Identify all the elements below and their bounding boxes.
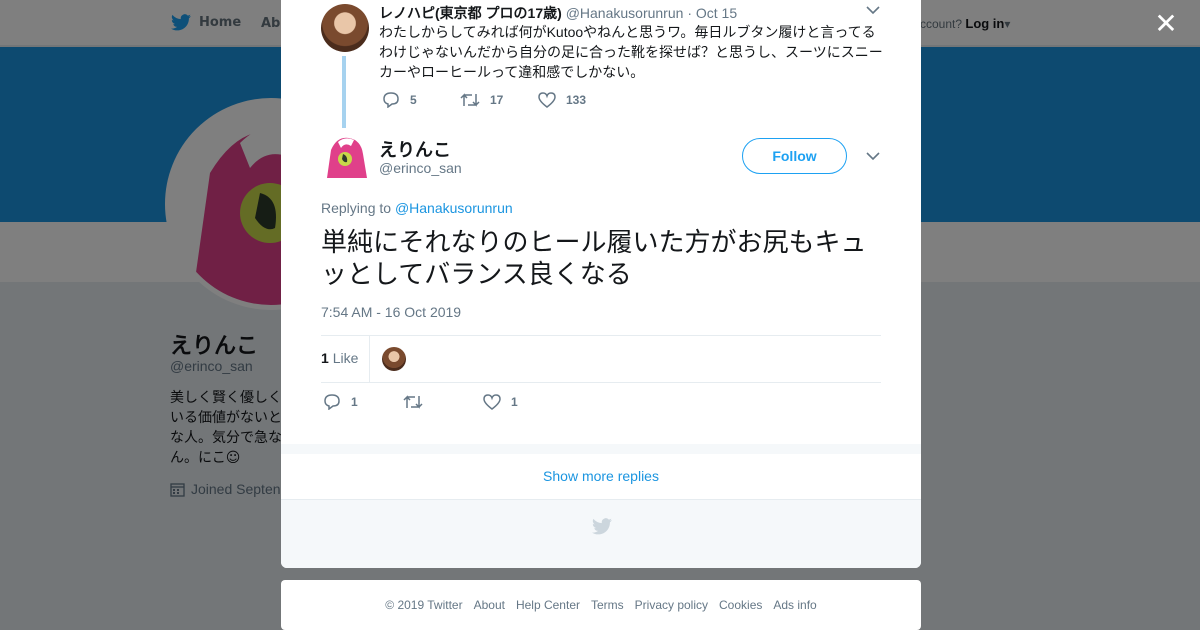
heart-icon bbox=[483, 394, 501, 410]
like-count: 1 bbox=[511, 395, 518, 409]
show-more-replies-button[interactable]: Show more replies bbox=[281, 454, 921, 500]
likes-stat-label: Like bbox=[332, 350, 359, 366]
reply-button[interactable]: 1 bbox=[323, 394, 403, 410]
main-tweet-name[interactable]: えりんこ bbox=[379, 136, 451, 162]
parent-tweet-header: レノハピ(東京都 プロの17歳) @Hanakusorunrun · Oct 1… bbox=[379, 3, 737, 23]
parent-tweet-avatar[interactable] bbox=[321, 4, 369, 52]
date-separator: · bbox=[687, 5, 692, 21]
parent-tweet-name[interactable]: レノハピ(東京都 プロの17歳) bbox=[379, 5, 562, 21]
main-tweet-timestamp[interactable]: 7:54 AM - 16 Oct 2019 bbox=[321, 304, 461, 320]
footer-link-ads-info[interactable]: Ads info bbox=[773, 598, 816, 612]
main-tweet-header: えりんこ @erinco_san Follow bbox=[321, 132, 881, 188]
parent-tweet-text: わたしからしてみれば何がKutooやねんと思うワ。毎日ルブタン履けと言ってるわけ… bbox=[379, 24, 883, 80]
main-tweet-handle[interactable]: @erinco_san bbox=[379, 160, 462, 176]
retweet-count: 17 bbox=[490, 93, 504, 107]
parent-tweet-date[interactable]: Oct 15 bbox=[696, 5, 737, 21]
liker-avatar[interactable] bbox=[382, 347, 406, 371]
footer-link-about[interactable]: About bbox=[474, 598, 505, 612]
tweet-modal: レノハピ(東京都 プロの17歳) @Hanakusorunrun · Oct 1… bbox=[281, 0, 921, 568]
likes-stat-count: 1 bbox=[321, 350, 329, 366]
footer-link-help-center[interactable]: Help Center bbox=[516, 598, 580, 612]
reply-icon bbox=[324, 394, 340, 410]
thread-connector bbox=[342, 56, 346, 128]
retweet-icon bbox=[460, 93, 480, 107]
site-footer: © 2019 Twitter About Help Center Terms P… bbox=[281, 580, 921, 630]
chevron-down-icon[interactable] bbox=[866, 150, 880, 164]
like-button[interactable]: 133 bbox=[538, 92, 616, 108]
parent-tweet-actions: 5 17 133 bbox=[382, 92, 616, 108]
replying-to: Replying to @Hanakusorunrun bbox=[321, 200, 513, 216]
main-tweet-text: 単純にそれなりのヒール履いた方がお尻もキュッとしてバランス良くなる bbox=[321, 228, 867, 290]
main-tweet-avatar[interactable] bbox=[321, 132, 371, 182]
retweet-button[interactable] bbox=[403, 394, 483, 410]
footer-link-cookies[interactable]: Cookies bbox=[719, 598, 762, 612]
twitter-bird-icon bbox=[592, 518, 612, 535]
retweet-icon bbox=[403, 395, 423, 409]
reply-button[interactable]: 5 bbox=[382, 92, 460, 108]
chevron-down-icon[interactable] bbox=[866, 4, 880, 18]
modal-footer bbox=[281, 500, 921, 568]
main-tweet-actions: 1 1 bbox=[323, 394, 563, 410]
footer-copyright: © 2019 Twitter bbox=[385, 598, 463, 612]
parent-tweet-handle[interactable]: @Hanakusorunrun bbox=[566, 5, 684, 21]
section-separator bbox=[281, 444, 921, 454]
follow-button[interactable]: Follow bbox=[742, 138, 847, 174]
heart-icon bbox=[538, 92, 556, 108]
likes-stat[interactable]: 1 Like bbox=[321, 350, 358, 366]
footer-link-privacy[interactable]: Privacy policy bbox=[635, 598, 708, 612]
replying-to-link[interactable]: @Hanakusorunrun bbox=[395, 200, 513, 216]
stats-divider bbox=[369, 336, 370, 383]
replying-prefix: Replying to bbox=[321, 200, 392, 216]
reply-count: 1 bbox=[351, 395, 358, 409]
reply-icon bbox=[383, 92, 399, 108]
like-count: 133 bbox=[566, 93, 587, 107]
reply-count: 5 bbox=[410, 93, 417, 107]
tweet-stats: 1 Like bbox=[321, 335, 881, 383]
close-icon[interactable]: ✕ bbox=[1152, 10, 1180, 38]
retweet-button[interactable]: 17 bbox=[460, 92, 538, 108]
footer-link-terms[interactable]: Terms bbox=[591, 598, 624, 612]
like-button[interactable]: 1 bbox=[483, 394, 563, 410]
